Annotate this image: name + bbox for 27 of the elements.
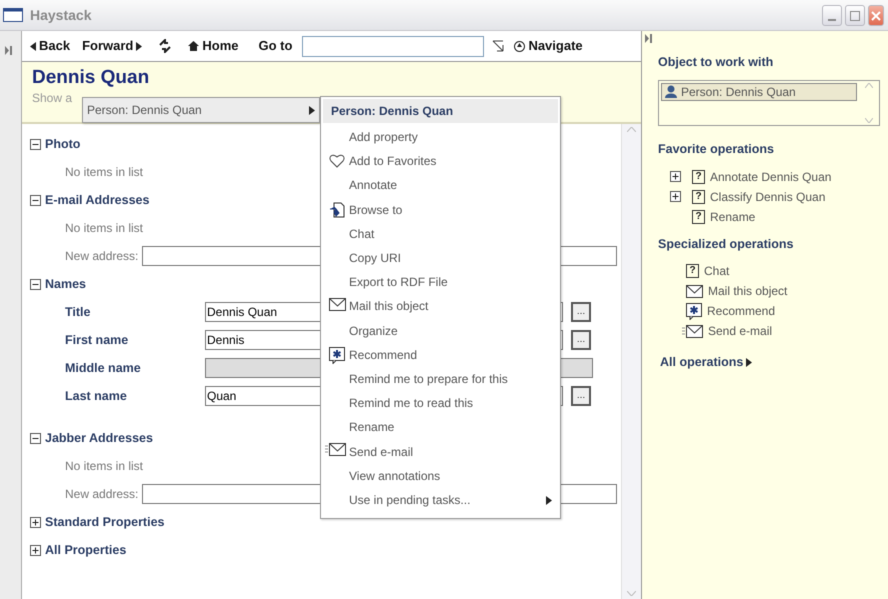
panel-heading: Favorite operations [658,140,775,158]
field-label: Title [65,304,92,321]
empty-list-text: No items in list [65,220,144,237]
field-label: New address: [65,486,138,503]
panel-heading: Object to work with [658,54,774,71]
help-icon: ? [692,190,705,204]
goto-label: Go to [258,37,294,56]
field-label: Last name [65,388,128,405]
field-label: Middle name [65,360,142,377]
help-icon: ? [686,264,699,278]
page-subtitle: Show a [32,90,74,107]
section-heading: All Properties [45,542,126,559]
empty-list-text: No items in list [65,164,144,181]
page-title: Dennis Quan [32,68,150,89]
help-icon: ? [692,210,705,224]
window-title: Haystack [30,6,92,25]
help-icon: ? [692,170,705,184]
panel-heading: Specialized operations [658,236,794,253]
section-heading: Jabber Addresses [45,430,153,447]
menu-title: Person: Dennis Quan [323,99,558,123]
section-heading: Names [45,276,86,293]
section-heading: Photo [45,136,80,153]
field-label: First name [65,332,130,349]
section-heading: E-mail Addresses [45,192,150,209]
field-label: New address: [65,248,138,265]
empty-list-text: No items in list [65,458,144,475]
section-heading: Standard Properties [45,514,164,531]
